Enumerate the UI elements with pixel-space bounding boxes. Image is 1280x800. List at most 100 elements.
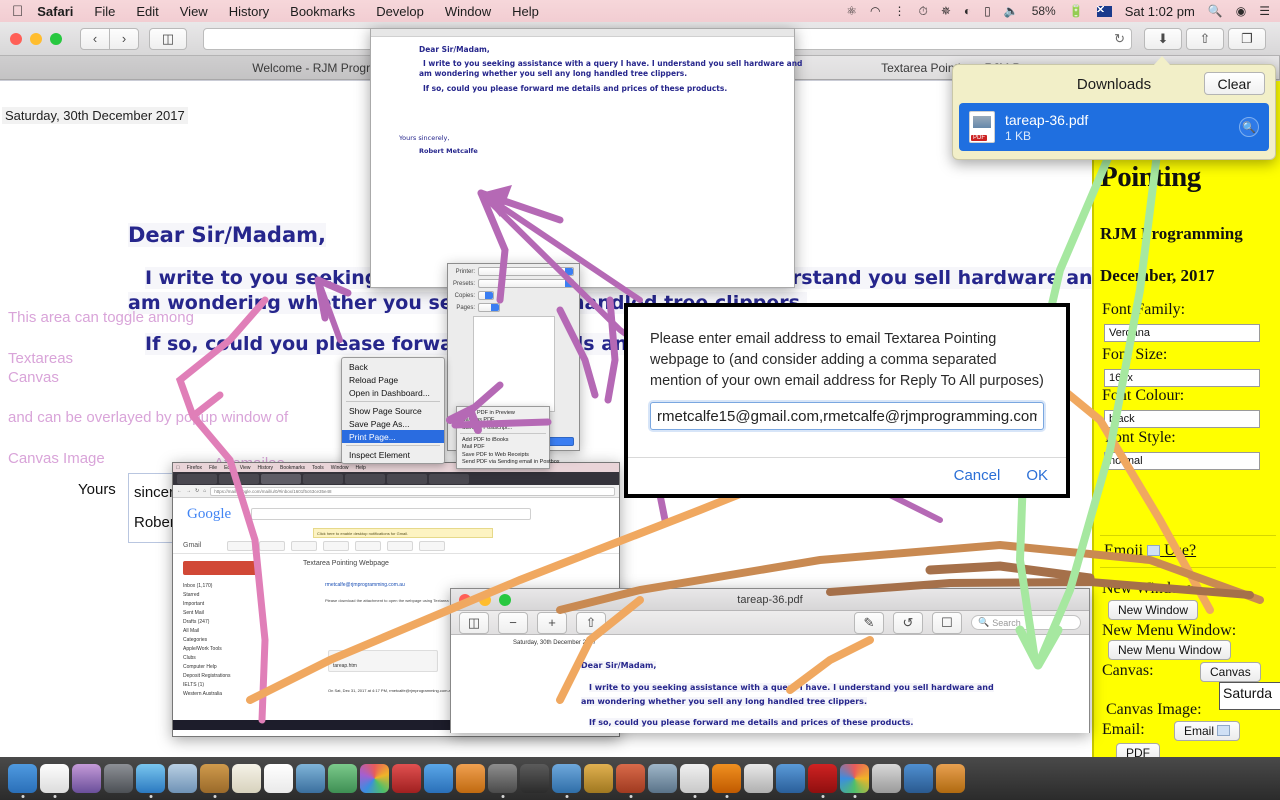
- firefox-reload-icon[interactable]: ↻: [195, 488, 199, 494]
- pdf-sidebar-icon[interactable]: ◫: [459, 611, 489, 634]
- dock-preview-icon[interactable]: [552, 764, 581, 798]
- font-family-input[interactable]: [1104, 324, 1260, 342]
- signal-icon[interactable]: ⋮: [893, 4, 905, 18]
- dock-finder-icon[interactable]: [8, 764, 37, 798]
- menu-item-history[interactable]: History: [229, 4, 269, 19]
- dock-textedit-icon[interactable]: [40, 764, 69, 798]
- gmail-more-icon[interactable]: [419, 540, 445, 551]
- pdf-zoom-out-icon[interactable]: −: [498, 611, 528, 634]
- pdf-menu-add-to-ibooks[interactable]: Add PDF to iBooks: [457, 436, 549, 444]
- gmail-label[interactable]: Gmail: [183, 542, 221, 549]
- firefox-forward-icon[interactable]: →: [186, 488, 191, 494]
- share-icon[interactable]: ⇧: [1186, 27, 1224, 50]
- dock-calendar-icon[interactable]: [264, 764, 293, 793]
- dock-mail-icon[interactable]: [456, 764, 485, 793]
- gmail-nav-all-mail[interactable]: All Mail: [183, 627, 263, 636]
- gmail-archive-icon[interactable]: [259, 540, 285, 551]
- context-menu-item-save-page-as[interactable]: Save Page As...: [342, 417, 444, 430]
- dock-system-preferences-icon[interactable]: [488, 764, 517, 798]
- ff-menu-file[interactable]: File: [209, 465, 217, 471]
- dock-screenshot-icon[interactable]: [776, 764, 805, 793]
- gmail-attachment-chip[interactable]: tareap.htm: [328, 650, 438, 672]
- pdf-search-field[interactable]: 🔍 Search: [971, 615, 1081, 630]
- new-menu-window-button[interactable]: New Menu Window: [1108, 640, 1232, 660]
- dropbox-icon[interactable]: ⚛: [846, 4, 857, 18]
- forward-button[interactable]: ›: [109, 27, 139, 50]
- download-list-item[interactable]: tareap-36.pdf 1 KB 🔍: [959, 103, 1269, 151]
- gmail-nav-sent-mail[interactable]: Sent Mail: [183, 609, 263, 618]
- sidebar-toggle-icon[interactable]: ◫: [149, 27, 187, 50]
- dock-terminal-icon[interactable]: [520, 764, 549, 793]
- gmail-nav-ielts[interactable]: IELTS (1): [183, 681, 263, 690]
- context-menu-item-back[interactable]: Back: [342, 360, 444, 373]
- siri-icon[interactable]: ◉: [1236, 4, 1246, 18]
- menu-item-edit[interactable]: Edit: [136, 4, 158, 19]
- dock-filezilla-icon[interactable]: [808, 764, 837, 798]
- ff-menu-view[interactable]: View: [240, 465, 251, 471]
- gmail-nav-western-australia[interactable]: Western Australia: [183, 690, 263, 699]
- maximize-window-button[interactable]: [50, 32, 62, 45]
- context-menu-item-show-page-source[interactable]: Show Page Source: [342, 404, 444, 417]
- print-confirm-button[interactable]: [548, 437, 574, 446]
- pdf-button-loose[interactable]: PDF: [1116, 743, 1160, 757]
- firefox-tab[interactable]: [303, 473, 343, 484]
- gmail-desktop-notification-banner[interactable]: Click here to enable desktop notificatio…: [313, 528, 493, 538]
- dock-launchpad-icon[interactable]: [104, 764, 133, 793]
- pdf-menu-open-in-preview[interactable]: Open PDF in Preview: [457, 409, 549, 417]
- battery-icon[interactable]: 🔋: [1069, 4, 1084, 18]
- email-address-input[interactable]: [650, 402, 1044, 430]
- minimize-window-button[interactable]: [30, 32, 42, 45]
- pdf-menu-save-as-postscript[interactable]: Save as Postscript...: [457, 424, 549, 432]
- gmail-nav-inbox[interactable]: Inbox (1,170): [183, 582, 263, 591]
- dock-image-capture-icon[interactable]: [648, 764, 677, 793]
- font-size-input[interactable]: [1104, 369, 1260, 387]
- gmail-nav-clubs[interactable]: Clubs: [183, 654, 263, 663]
- dock-firefox-icon[interactable]: [712, 764, 741, 798]
- menu-item-develop[interactable]: Develop: [376, 4, 424, 19]
- pdf-preview-window[interactable]: tareap-36.pdf ◫ − + ⇧ ✎ ↺ ☐ 🔍 Search Sat…: [450, 588, 1090, 733]
- dock-opera-icon[interactable]: [872, 764, 901, 793]
- firefox-address-bar[interactable]: https://mail.google.com/mail/u/0/#inbox/…: [210, 486, 615, 496]
- menu-item-file[interactable]: File: [94, 4, 115, 19]
- bluetooth-icon[interactable]: ✵: [941, 4, 951, 18]
- firefox-tab[interactable]: [387, 473, 427, 484]
- dock-automator-icon[interactable]: [584, 764, 613, 793]
- dock-safari-icon[interactable]: [136, 764, 165, 798]
- gmail-nav-apple-work-tools[interactable]: Apple/Work Tools: [183, 645, 263, 654]
- gmail-labels-icon[interactable]: [387, 540, 413, 551]
- gmail-nav-categories[interactable]: Categories: [183, 636, 263, 645]
- reveal-in-finder-magnifier-icon[interactable]: 🔍: [1239, 117, 1259, 137]
- dock-dictionary-icon[interactable]: [392, 764, 421, 793]
- menu-bar-clock[interactable]: Sat 1:02 pm: [1125, 4, 1195, 19]
- firefox-home-icon[interactable]: ⌂: [203, 488, 206, 494]
- dock-downloads-stack-icon[interactable]: [936, 764, 965, 793]
- dock-app-store-icon[interactable]: [424, 764, 453, 793]
- ff-menu-help[interactable]: Help: [356, 465, 366, 471]
- dock-itunes-icon[interactable]: [680, 764, 709, 798]
- printer-select[interactable]: [478, 267, 574, 276]
- dock-siri-icon[interactable]: [72, 764, 101, 793]
- dock-maps-icon[interactable]: [744, 764, 773, 793]
- canvas-preview-box[interactable]: Saturda: [1219, 682, 1280, 710]
- wifi-icon[interactable]: ◐: [964, 4, 971, 18]
- emoji-use-link[interactable]: Emoji Use?: [1104, 542, 1196, 560]
- presets-select[interactable]: [478, 279, 574, 288]
- context-menu-item-inspect-element[interactable]: Inspect Element: [342, 448, 444, 461]
- pdf-zoom-in-icon[interactable]: +: [537, 611, 567, 634]
- volume-icon[interactable]: 🔈: [1004, 4, 1019, 18]
- menu-item-bookmarks[interactable]: Bookmarks: [290, 4, 355, 19]
- gmail-nav-important[interactable]: Important: [183, 600, 263, 609]
- new-window-button[interactable]: New Window: [1108, 600, 1199, 620]
- pdf-share-icon[interactable]: ⇧: [576, 611, 606, 634]
- menu-item-view[interactable]: View: [180, 4, 208, 19]
- ff-menu-apple-icon[interactable]: : [176, 465, 180, 471]
- pdf-menu-send-via-postbox[interactable]: Send PDF via Sending email in Postbox: [457, 459, 560, 467]
- ff-menu-tools[interactable]: Tools: [312, 465, 324, 471]
- pdf-menu-mail-pdf[interactable]: Mail PDF: [457, 443, 549, 451]
- gmail-compose-button[interactable]: [183, 561, 257, 575]
- pdf-menu-save-as-pdf[interactable]: Save as PDF...: [457, 417, 549, 425]
- dock-postbox-icon[interactable]: [904, 764, 933, 793]
- popup-letter-window[interactable]: Dear Sir/Madam, I write to you seeking a…: [370, 28, 802, 288]
- gmail-move-to-icon[interactable]: [355, 540, 381, 551]
- gmail-search-input[interactable]: [251, 508, 531, 520]
